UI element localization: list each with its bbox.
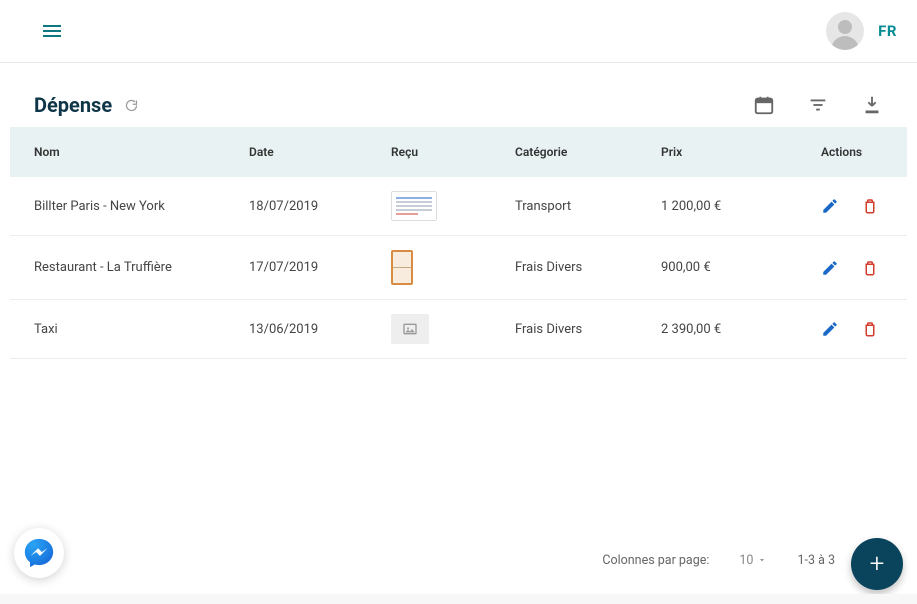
header-date: Date [225, 127, 367, 177]
receipt-thumbnail[interactable] [391, 250, 413, 285]
delete-icon[interactable] [861, 197, 879, 215]
header-category: Catégorie [491, 127, 637, 177]
expenses-table: Nom Date Reçu Catégorie Prix Actions Bil… [10, 127, 907, 359]
edit-icon[interactable] [821, 259, 839, 277]
cell-actions [797, 177, 907, 236]
cell-actions [797, 236, 907, 300]
cell-date: 17/07/2019 [225, 236, 367, 300]
pagination-label: Colonnes par page: [602, 553, 709, 568]
cell-date: 13/06/2019 [225, 300, 367, 359]
header-actions: Actions [797, 127, 907, 177]
plus-icon: + [870, 549, 885, 579]
cell-receipt [367, 177, 491, 236]
delete-icon[interactable] [861, 259, 879, 277]
cell-name[interactable]: Billter Paris - New York [10, 177, 225, 236]
add-button[interactable]: + [851, 538, 903, 590]
page-title: Dépense [34, 93, 112, 117]
cell-name[interactable]: Taxi [10, 300, 225, 359]
cell-receipt [367, 300, 491, 359]
header-receipt: Reçu [367, 127, 491, 177]
rows-per-page-select[interactable]: 10 [739, 553, 767, 568]
download-icon[interactable] [861, 94, 883, 116]
cell-category: Frais Divers [491, 300, 637, 359]
hamburger-icon[interactable] [40, 19, 64, 43]
chat-button[interactable] [14, 528, 64, 578]
edit-icon[interactable] [821, 320, 839, 338]
filter-icon[interactable] [807, 94, 829, 116]
edit-icon[interactable] [821, 197, 839, 215]
cell-price: 900,00 € [637, 236, 797, 300]
topbar-right: FR [826, 12, 897, 50]
table-row: Taxi13/06/2019 Frais Divers2 390,00 € [10, 300, 907, 359]
cell-actions [797, 300, 907, 359]
cell-category: Frais Divers [491, 236, 637, 300]
delete-icon[interactable] [861, 320, 879, 338]
avatar[interactable] [826, 12, 864, 50]
pagination-range: 1-3 à 3 [797, 553, 835, 568]
calendar-icon[interactable] [753, 94, 775, 116]
receipt-thumbnail[interactable] [391, 191, 437, 221]
pagination: Colonnes par page: 10 1-3 à 3 [602, 552, 881, 568]
heading-actions [753, 94, 883, 116]
heading-left: Dépense [34, 93, 139, 117]
cell-date: 18/07/2019 [225, 177, 367, 236]
cell-name[interactable]: Restaurant - La Truffière [10, 236, 225, 300]
topbar: FR [0, 0, 917, 63]
header-name: Nom [10, 127, 225, 177]
cell-price: 1 200,00 € [637, 177, 797, 236]
messenger-icon [22, 536, 56, 570]
table-row: Restaurant - La Truffière17/07/2019 Frais… [10, 236, 907, 300]
cell-receipt [367, 236, 491, 300]
cell-category: Transport [491, 177, 637, 236]
header-price: Prix [637, 127, 797, 177]
language-selector[interactable]: FR [878, 22, 897, 40]
reload-icon[interactable] [124, 98, 139, 113]
cell-price: 2 390,00 € [637, 300, 797, 359]
chevron-down-icon [757, 555, 767, 565]
heading-row: Dépense [10, 83, 907, 127]
table-row: Billter Paris - New York18/07/2019 Transp… [10, 177, 907, 236]
bottom-bar [0, 594, 917, 604]
receipt-thumbnail[interactable] [391, 314, 429, 344]
page-content: Dépense Nom Date Reçu Catégorie Pr [0, 63, 917, 359]
rows-per-page-value: 10 [739, 553, 753, 568]
table-header-row: Nom Date Reçu Catégorie Prix Actions [10, 127, 907, 177]
